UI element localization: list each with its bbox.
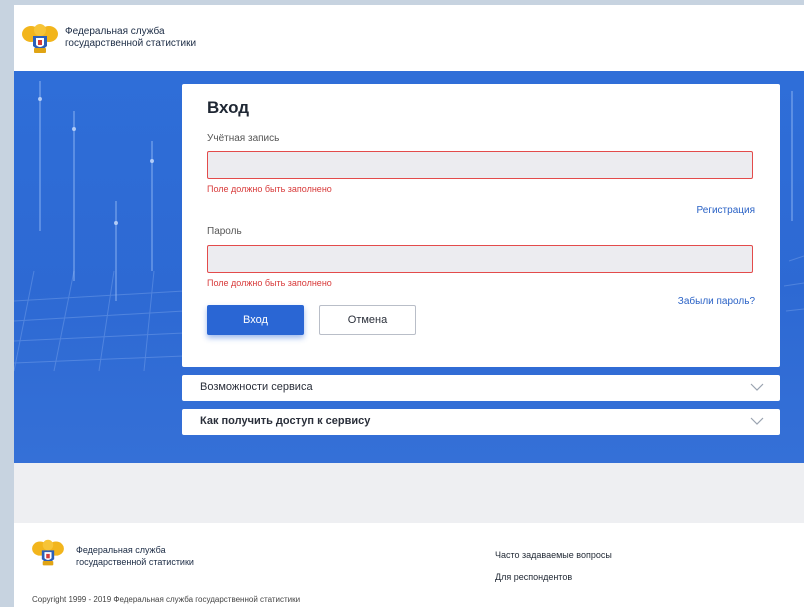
page: Федеральная служба государственной стати… xyxy=(14,5,804,607)
password-label: Пароль xyxy=(207,226,242,237)
password-input[interactable] xyxy=(207,245,753,273)
rosstat-emblem-icon[interactable] xyxy=(22,22,58,56)
copyright-text: Copyright 1999 - 2019 Федеральная служба… xyxy=(32,595,301,604)
hero-section: Вход Учётная запись Поле должно быть зап… xyxy=(14,71,804,463)
login-title: Вход xyxy=(207,98,250,117)
account-label: Учётная запись xyxy=(207,133,280,144)
register-link[interactable]: Регистрация xyxy=(697,205,755,216)
account-error-message: Поле должно быть заполнено xyxy=(207,184,332,194)
rosstat-emblem-icon[interactable] xyxy=(32,538,64,568)
login-submit-button[interactable]: Вход xyxy=(207,305,304,335)
login-card: Вход Учётная запись Поле должно быть зап… xyxy=(182,84,780,367)
footer-brand-line-1: Федеральная служба xyxy=(76,545,166,555)
forgot-password-link[interactable]: Забыли пароль? xyxy=(678,296,755,307)
site-header: Федеральная служба государственной стати… xyxy=(14,5,804,71)
accordion-label: Как получить доступ к сервису xyxy=(200,415,371,427)
chevron-down-icon xyxy=(750,417,764,425)
password-error-message: Поле должно быть заполнено xyxy=(207,278,332,288)
accordion-service-features[interactable]: Возможности сервиса xyxy=(182,375,780,401)
accordion-label: Возможности сервиса xyxy=(200,381,313,393)
footer-spacer xyxy=(14,463,804,523)
accordion-access-info[interactable]: Как получить доступ к сервису xyxy=(182,409,780,435)
site-footer: Федеральная служба государственной стати… xyxy=(14,523,804,607)
cancel-button[interactable]: Отмена xyxy=(319,305,416,335)
brand-line-2: государственной статистики xyxy=(65,38,197,49)
account-input[interactable] xyxy=(207,151,753,179)
faq-link[interactable]: Часто задаваемые вопросы xyxy=(495,550,612,560)
header-brand[interactable]: Федеральная служба государственной стати… xyxy=(65,26,196,50)
brand-line-1: Федеральная служба xyxy=(65,26,165,37)
chevron-down-icon xyxy=(750,383,764,391)
respondents-link[interactable]: Для респондентов xyxy=(495,572,572,582)
footer-brand[interactable]: Федеральная служба государственной стати… xyxy=(76,544,194,568)
footer-brand-line-2: государственной статистики xyxy=(76,557,194,567)
